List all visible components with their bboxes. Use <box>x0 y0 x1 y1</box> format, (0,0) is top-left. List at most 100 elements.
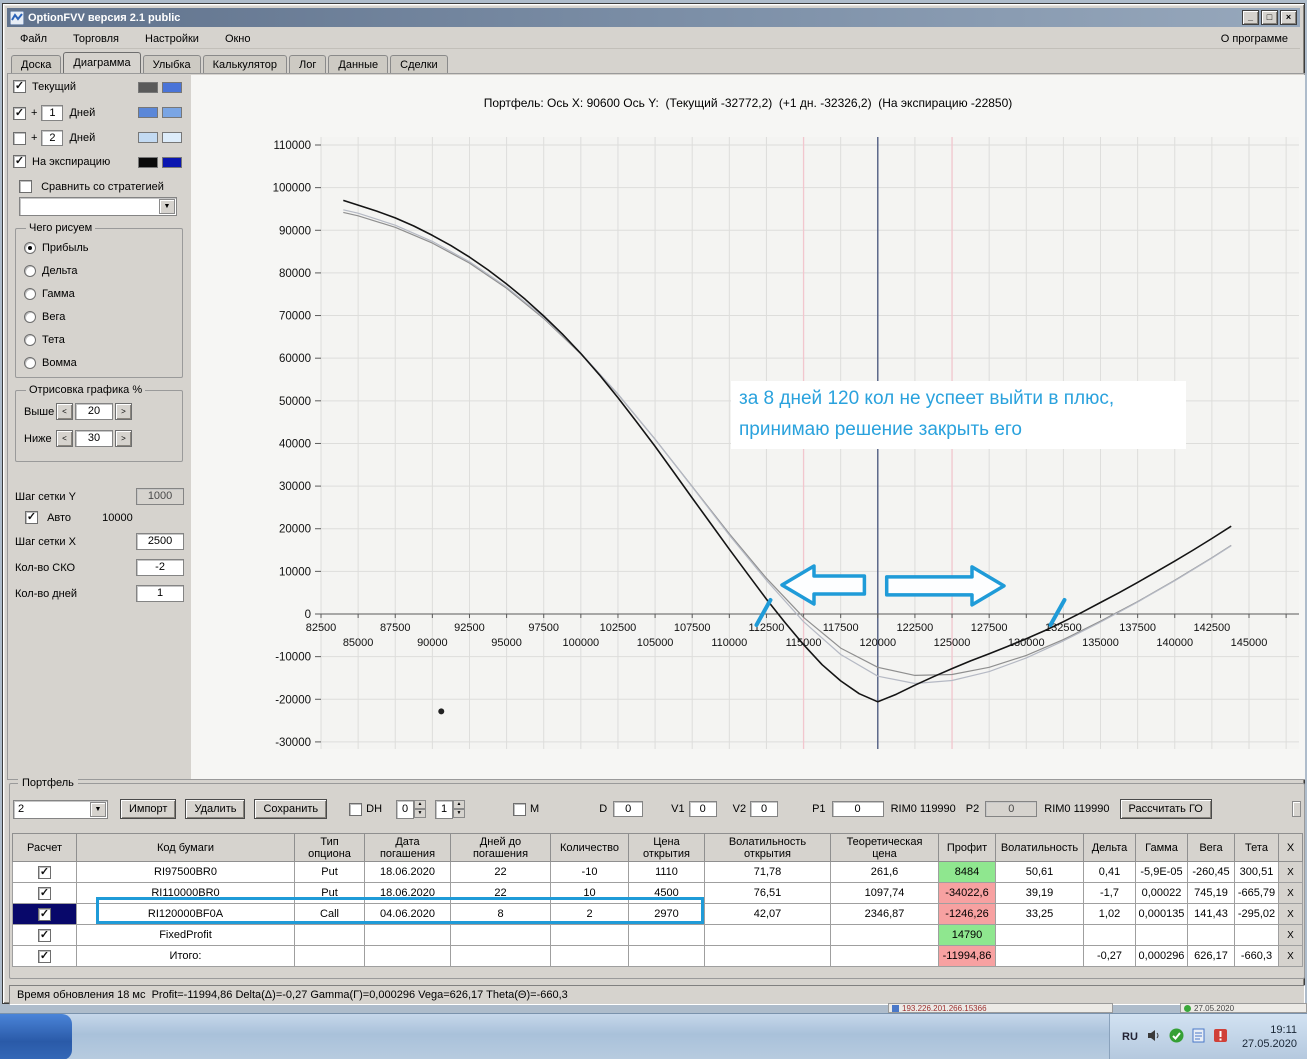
column-header[interactable]: Дельта <box>1083 833 1136 862</box>
series-checkbox-3[interactable]: ✓ <box>13 155 26 168</box>
alert-tray-icon[interactable] <box>1213 1028 1228 1046</box>
tab-2[interactable]: Улыбка <box>142 55 201 74</box>
toolbar-grip[interactable] <box>1292 801 1301 817</box>
grid-step-x-field[interactable]: 2500 <box>136 533 185 550</box>
column-header[interactable]: Расчет <box>12 833 77 862</box>
calc-cell[interactable]: ✓ <box>12 882 77 904</box>
tab-5[interactable]: Данные <box>328 55 389 74</box>
column-header[interactable]: Дней до погашения <box>450 833 551 862</box>
delete-button[interactable]: Удалить <box>185 799 246 819</box>
row-calc-checkbox[interactable]: ✓ <box>38 886 51 900</box>
days-offset-field-2[interactable]: 2 <box>41 130 64 146</box>
row-close-button[interactable]: X <box>1278 924 1303 946</box>
strategy-select-button[interactable]: ▼ <box>159 199 175 214</box>
sko-count-field[interactable]: -2 <box>136 559 185 576</box>
row-close-button[interactable]: X <box>1278 882 1303 904</box>
decrease-button[interactable]: < <box>56 430 73 447</box>
row-close-button[interactable]: X <box>1278 861 1303 883</box>
close-button[interactable]: × <box>1280 10 1297 25</box>
spin-down-icon[interactable]: ▼ <box>453 808 466 818</box>
decrease-button[interactable]: < <box>56 403 73 420</box>
dh-spinner-2[interactable]: 1 ▲ ▼ <box>435 799 466 819</box>
calc-cell[interactable]: ✓ <box>12 903 77 925</box>
radio-option-4[interactable]: Тета <box>24 330 182 353</box>
increase-button[interactable]: > <box>115 403 132 420</box>
menu-about[interactable]: О программе <box>1209 30 1300 48</box>
days-count-field[interactable]: 1 <box>136 585 185 602</box>
radio-option-1[interactable]: Дельта <box>24 261 182 284</box>
speaker-icon[interactable] <box>1146 1028 1161 1046</box>
menu-item-0[interactable]: Файл <box>7 30 60 48</box>
language-indicator[interactable]: RU <box>1122 1031 1138 1043</box>
column-header[interactable]: Тип опциона <box>294 833 365 862</box>
spin-down-icon[interactable]: ▼ <box>414 808 427 818</box>
import-button[interactable]: Импорт <box>120 799 177 819</box>
tab-6[interactable]: Сделки <box>390 55 448 74</box>
render-percent-field[interactable]: 20 <box>75 403 113 420</box>
grid-step-y-field[interactable]: 1000 <box>136 488 185 505</box>
menu-item-1[interactable]: Торговля <box>60 30 132 48</box>
minimize-button[interactable]: _ <box>1242 10 1259 25</box>
series-checkbox-2[interactable] <box>13 131 26 145</box>
row-calc-checkbox[interactable]: ✓ <box>38 865 51 879</box>
render-percent-field[interactable]: 30 <box>75 430 113 447</box>
radio-option-2[interactable]: Гамма <box>24 284 182 307</box>
column-header[interactable]: Вега <box>1187 833 1235 862</box>
calc-cell[interactable]: ✓ <box>12 861 77 883</box>
tab-0[interactable]: Доска <box>11 55 62 74</box>
portfolio-number-select[interactable]: 2 ▼ <box>13 799 108 819</box>
row-close-button[interactable]: X <box>1278 945 1303 967</box>
column-header[interactable]: Профит <box>938 833 996 862</box>
titlebar[interactable]: OptionFVV версия 2.1 public _ □ × <box>7 8 1300 27</box>
spin-up-icon[interactable]: ▲ <box>453 799 466 809</box>
column-header[interactable]: Код бумаги <box>76 833 295 862</box>
column-header[interactable]: Дата погашения <box>364 833 451 862</box>
row-calc-checkbox[interactable]: ✓ <box>38 949 51 963</box>
tab-1[interactable]: Диаграмма <box>63 52 141 74</box>
column-header[interactable]: Гамма <box>1135 833 1188 862</box>
clock[interactable]: 19:11 27.05.2020 <box>1242 1023 1297 1051</box>
p2-field[interactable]: 0 <box>985 801 1038 817</box>
menu-item-2[interactable]: Настройки <box>132 30 212 48</box>
v2-field[interactable]: 0 <box>750 801 779 817</box>
calc-cell[interactable]: ✓ <box>12 924 77 946</box>
compare-strategy-checkbox[interactable] <box>19 180 32 193</box>
dh-spinner-1[interactable]: 0 ▲ ▼ <box>396 799 427 819</box>
row-close-button[interactable]: X <box>1278 903 1303 925</box>
calc-cell[interactable]: ✓ <box>12 945 77 967</box>
series-checkbox-0[interactable]: ✓ <box>13 80 26 93</box>
radio-option-0[interactable]: Прибыль <box>24 238 182 261</box>
column-header[interactable]: Волатильность <box>995 833 1084 862</box>
dh-checkbox[interactable] <box>349 802 363 816</box>
radio-option-3[interactable]: Вега <box>24 307 182 330</box>
tab-3[interactable]: Калькулятор <box>202 55 288 74</box>
row-calc-checkbox[interactable]: ✓ <box>38 928 51 942</box>
start-button-partial[interactable] <box>0 1014 72 1059</box>
column-header[interactable]: X <box>1278 833 1303 862</box>
p1-field[interactable]: 0 <box>831 801 884 817</box>
days-offset-field-1[interactable]: 1 <box>41 105 64 121</box>
document-tray-icon[interactable] <box>1192 1028 1205 1046</box>
column-header[interactable]: Количество <box>550 833 629 862</box>
maximize-button[interactable]: □ <box>1261 10 1278 25</box>
row-calc-checkbox[interactable]: ✓ <box>38 907 51 921</box>
increase-button[interactable]: > <box>115 430 132 447</box>
menu-item-3[interactable]: Окно <box>212 30 264 48</box>
auto-checkbox[interactable]: ✓ <box>25 511 38 524</box>
m-checkbox[interactable] <box>513 802 527 816</box>
spin-up-icon[interactable]: ▲ <box>414 799 427 809</box>
tab-4[interactable]: Лог <box>289 55 327 74</box>
d-field[interactable]: 0 <box>613 801 644 817</box>
column-header[interactable]: Волатильность открытия <box>704 833 831 862</box>
save-button[interactable]: Сохранить <box>254 799 328 819</box>
v1-field[interactable]: 0 <box>688 801 717 817</box>
calc-margin-button[interactable]: Рассчитать ГО <box>1119 799 1212 819</box>
column-header[interactable]: Цена открытия <box>628 833 705 862</box>
radio-option-5[interactable]: Вомма <box>24 353 182 376</box>
series-checkbox-1[interactable]: ✓ <box>13 106 26 120</box>
strategy-select[interactable]: ▼ <box>19 197 177 216</box>
antivirus-ok-icon[interactable] <box>1169 1028 1184 1046</box>
portfolio-number-select-button[interactable]: ▼ <box>90 801 106 817</box>
column-header[interactable]: Тета <box>1234 833 1279 862</box>
column-header[interactable]: Теоретическая цена <box>830 833 939 862</box>
